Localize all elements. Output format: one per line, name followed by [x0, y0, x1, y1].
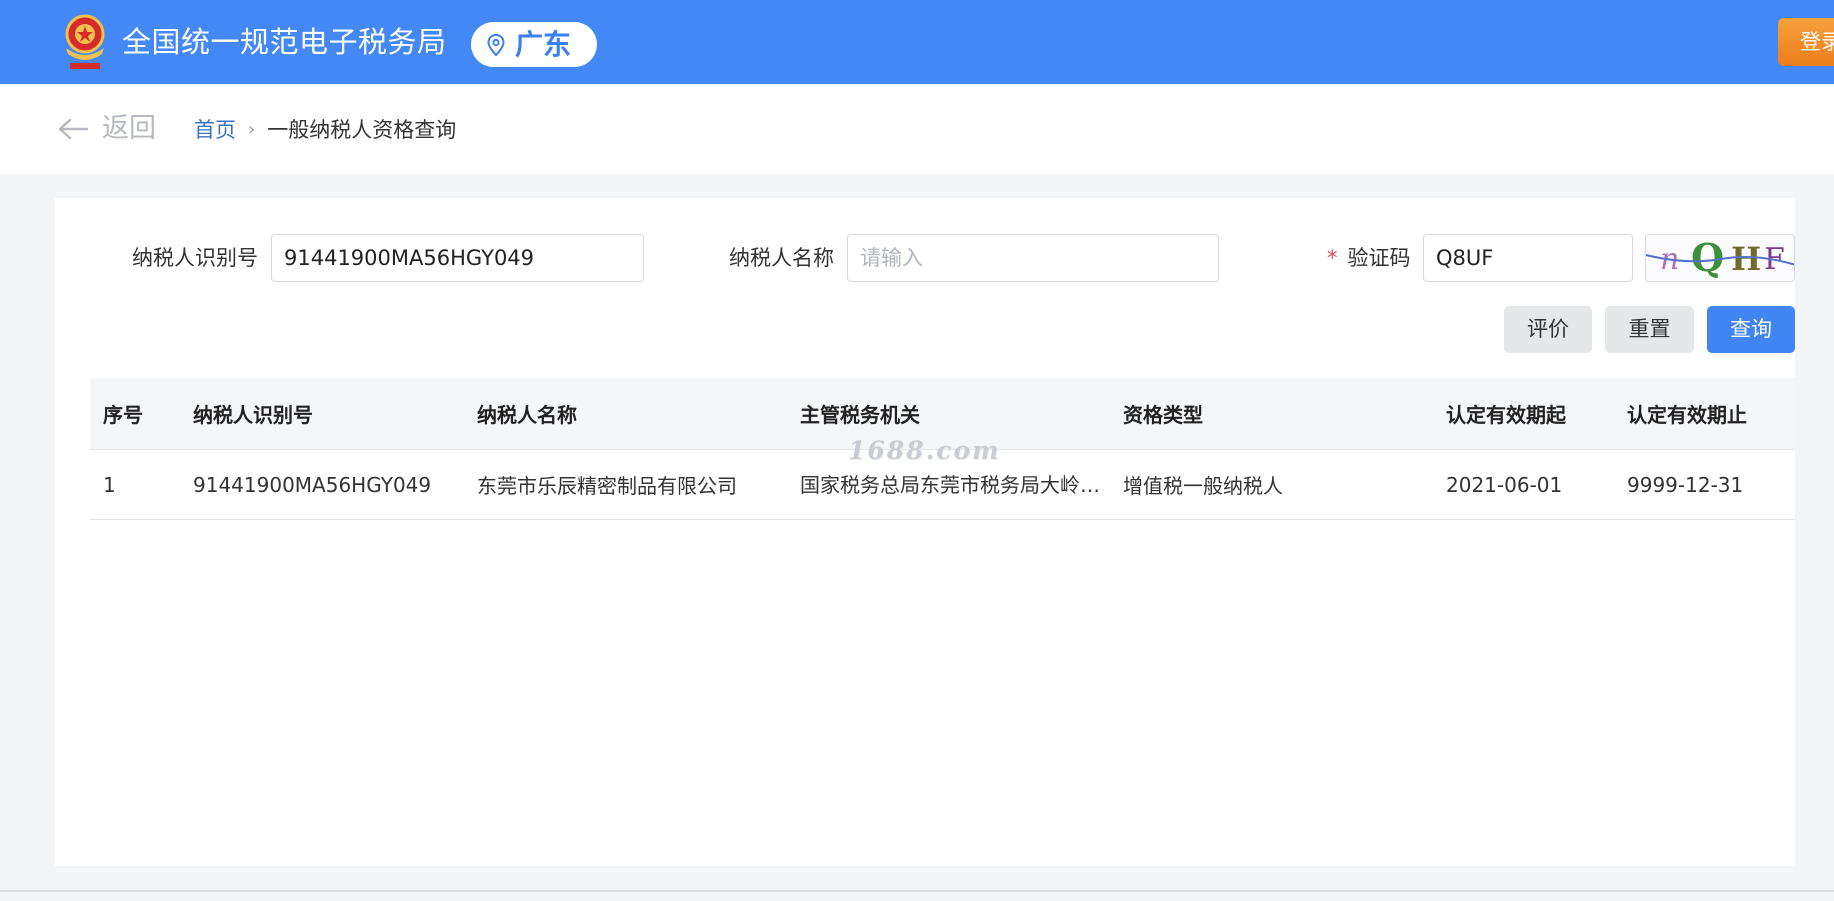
- breadcrumb: 首页 › 一般纳税人资格查询: [194, 116, 456, 144]
- column-header-valid-from: 认定有效期起: [1446, 403, 1566, 427]
- back-label: 返回: [102, 113, 156, 144]
- evaluate-button[interactable]: 评价: [1504, 306, 1592, 353]
- reset-button[interactable]: 重置: [1605, 306, 1694, 353]
- column-header-taxpayer-id: 纳税人识别号: [193, 403, 313, 427]
- query-card: 纳税人识别号 纳税人名称 * 验证码 n Q H F 评价 重置 查询: [55, 198, 1795, 866]
- region-name: 广东: [515, 27, 572, 61]
- required-mark: *: [1327, 246, 1338, 270]
- region-selector[interactable]: 广东: [471, 22, 597, 67]
- back-button[interactable]: 返回: [58, 112, 156, 146]
- login-button[interactable]: 登录: [1778, 18, 1834, 66]
- national-emblem-icon: [65, 14, 105, 69]
- captcha-char-3: H: [1731, 240, 1761, 278]
- site-title: 全国统一规范电子税务局: [122, 25, 447, 59]
- cell-taxpayer-name: 东莞市乐辰精密制品有限公司: [477, 474, 737, 498]
- column-header-qualification-type: 资格类型: [1123, 403, 1203, 427]
- breadcrumb-home-link[interactable]: 首页: [194, 116, 236, 144]
- taxpayer-id-label: 纳税人识别号: [132, 246, 258, 270]
- column-header-taxpayer-name: 纳税人名称: [477, 403, 577, 427]
- captcha-image[interactable]: n Q H F: [1645, 234, 1795, 282]
- taxpayer-name-label: 纳税人名称: [729, 246, 834, 270]
- taxpayer-id-input[interactable]: [271, 234, 644, 282]
- location-pin-icon: [487, 33, 505, 56]
- top-header: 全国统一规范电子税务局 广东 登录: [0, 0, 1834, 84]
- captcha-label: * 验证码: [1327, 244, 1411, 272]
- cell-qualification-type: 增值税一般纳税人: [1123, 474, 1283, 498]
- query-button[interactable]: 查询: [1707, 306, 1795, 353]
- cell-taxpayer-id: 91441900MA56HGY049: [193, 472, 432, 497]
- arrow-left-icon: [58, 118, 88, 140]
- cell-index: 1: [103, 472, 116, 497]
- taxpayer-name-input[interactable]: [847, 234, 1219, 282]
- cell-valid-to: 9999-12-31: [1627, 472, 1744, 497]
- captcha-graphic: n Q H F: [1646, 235, 1794, 280]
- captcha-label-text: 验证码: [1347, 246, 1411, 270]
- captcha-input[interactable]: [1423, 234, 1633, 282]
- breadcrumb-current: 一般纳税人资格查询: [267, 118, 457, 142]
- breadcrumb-separator: ›: [248, 119, 256, 140]
- watermark: 1688.com: [848, 436, 1001, 465]
- column-header-valid-to: 认定有效期止: [1627, 403, 1747, 427]
- bottom-divider: [0, 890, 1834, 892]
- captcha-char-2: Q: [1691, 235, 1724, 280]
- cell-valid-from: 2021-06-01: [1446, 472, 1563, 497]
- breadcrumb-bar: 返回 首页 › 一般纳税人资格查询: [0, 84, 1834, 174]
- column-header-index: 序号: [103, 403, 143, 427]
